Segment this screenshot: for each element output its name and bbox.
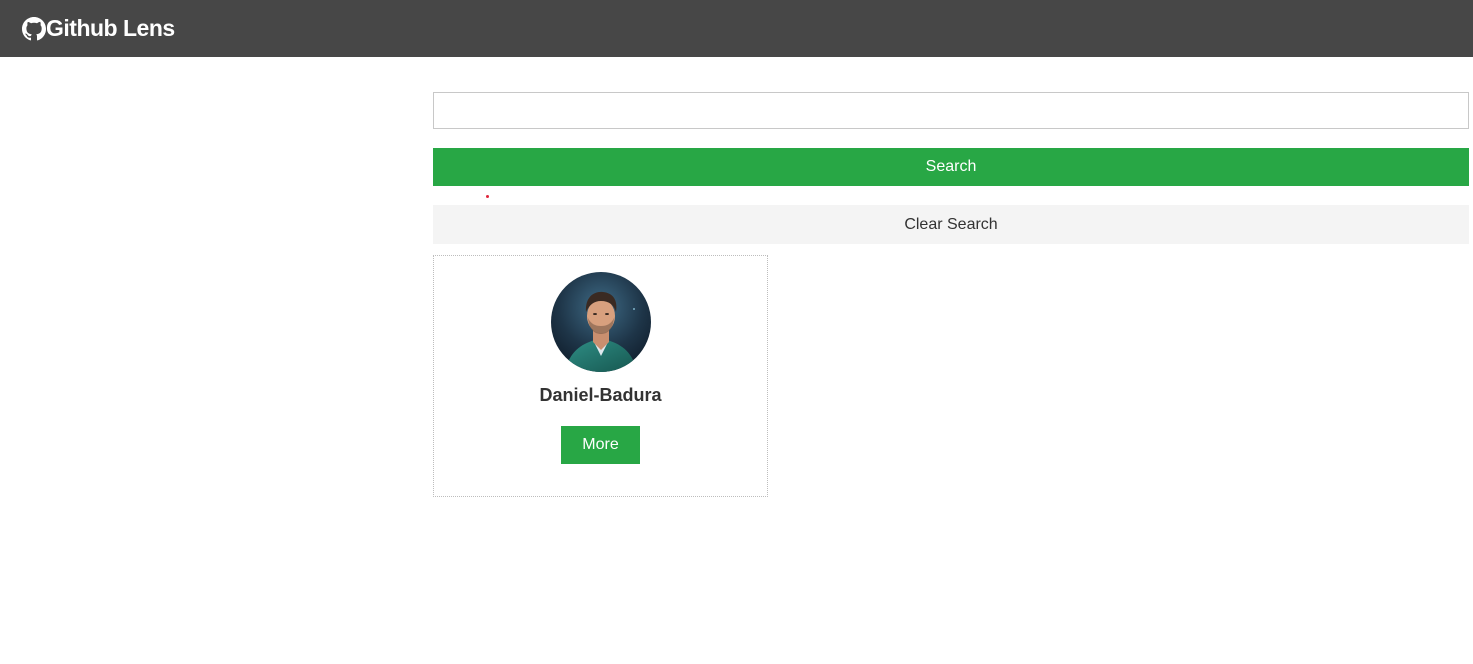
search-container: Search Clear Search Daniel-Badura More [433,92,1469,497]
brand-link[interactable]: Github Lens [22,15,175,41]
search-button[interactable]: Search [433,148,1469,186]
brand-text: Github Lens [46,15,175,41]
search-input[interactable] [433,92,1469,129]
clear-search-button[interactable]: Clear Search [433,205,1469,244]
avatar [550,272,651,372]
cursor-dot [486,195,489,198]
navbar: Github Lens [0,0,1473,57]
more-button[interactable]: More [561,426,640,464]
github-icon [22,16,46,41]
user-login: Daniel-Badura [539,385,662,405]
user-card: Daniel-Badura More [433,255,768,497]
